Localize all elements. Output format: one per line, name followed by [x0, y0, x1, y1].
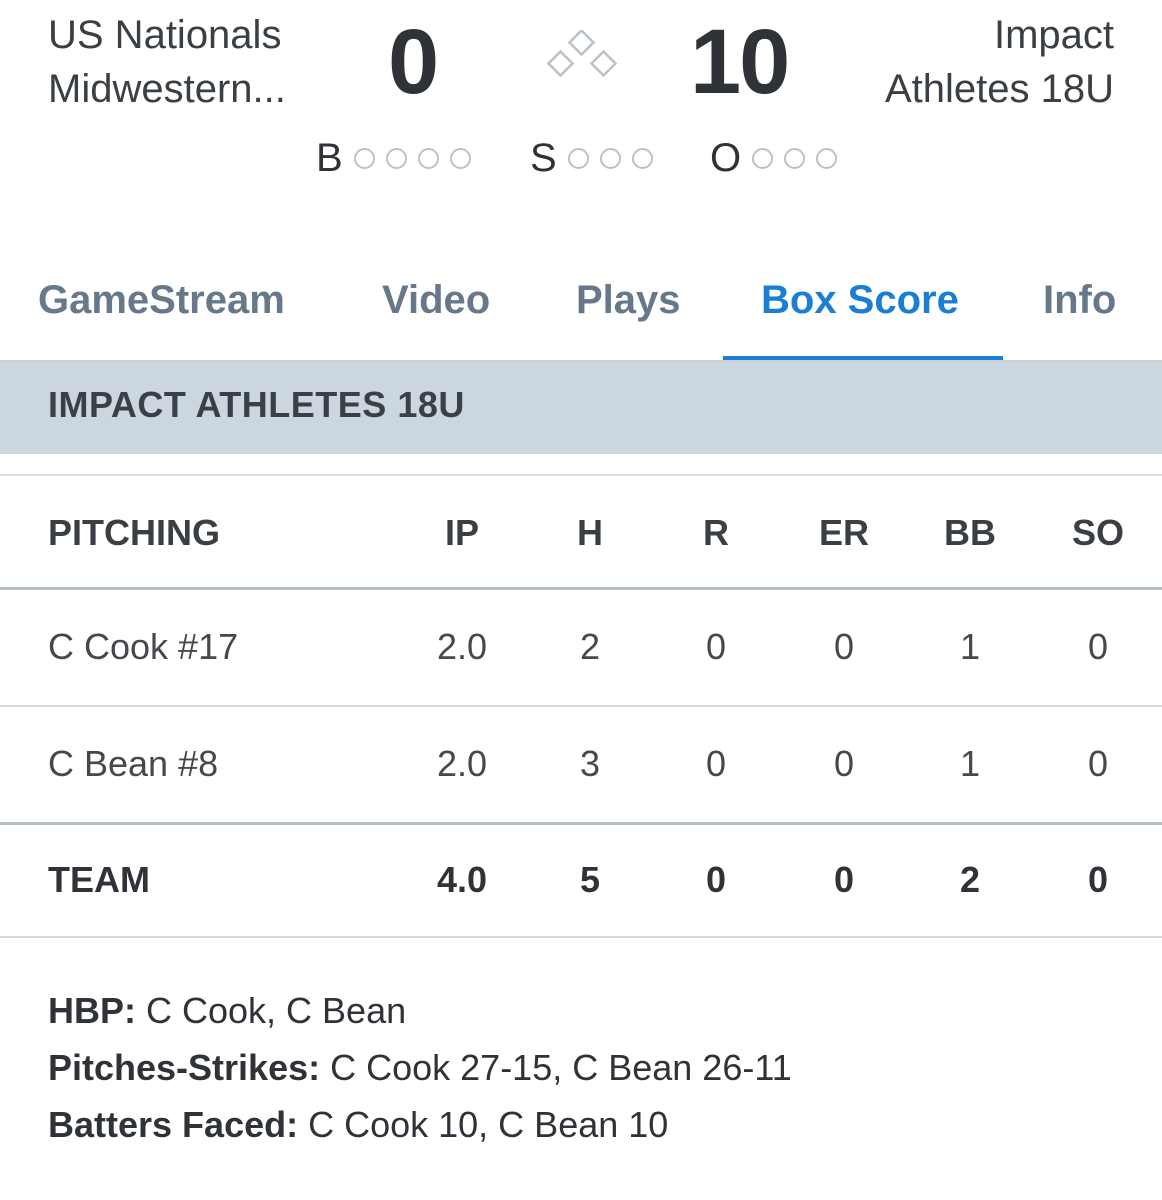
cell-so: 0 [1087, 743, 1109, 784]
col-h: H [577, 512, 603, 553]
cell-ip: 2.0 [436, 626, 488, 667]
col-ip: IP [444, 512, 479, 553]
strike-indicator-1 [567, 147, 589, 169]
table-row[interactable]: C Bean #8 2.0 3 0 0 1 0 [0, 707, 1162, 821]
cell-bb: 1 [959, 626, 981, 667]
cell-r: 0 [705, 743, 727, 784]
home-team-name-line1: Impact [993, 13, 1114, 57]
pitching-table-header: PITCHING IP H R ER BB SO [0, 476, 1162, 590]
balls-label: B [316, 136, 343, 180]
note-pitches-strikes: Pitches-Strikes: C Cook 27-15, C Bean 26… [48, 1039, 1128, 1096]
cell-h: 3 [579, 743, 601, 784]
ball-indicator-2 [385, 147, 407, 169]
home-team-name-line2: Athletes 18U [884, 67, 1114, 111]
note-hbp: HBP: C Cook, C Bean [48, 982, 1128, 1039]
cell-ip: 4.0 [436, 859, 488, 900]
pitching-notes: HBP: C Cook, C Bean Pitches-Strikes: C C… [48, 982, 1128, 1153]
col-r: R [703, 512, 729, 553]
tab-box-score[interactable]: Box Score [761, 274, 959, 326]
cell-ip: 2.0 [436, 743, 488, 784]
cell-h: 5 [579, 859, 601, 900]
cell-so: 0 [1087, 859, 1109, 900]
table-bottom-divider [0, 936, 1162, 938]
note-value: C Cook 27-15, C Bean 26-11 [320, 1047, 792, 1088]
out-indicator-2 [784, 147, 806, 169]
cell-h: 2 [579, 626, 601, 667]
away-score: 0 [388, 11, 439, 113]
out-indicator-1 [752, 147, 774, 169]
col-er: ER [818, 512, 869, 553]
out-indicator-3 [816, 147, 838, 169]
table-row[interactable]: C Cook #17 2.0 2 0 0 1 0 [0, 590, 1162, 704]
cell-bb: 2 [959, 859, 981, 900]
outs-label: O [710, 136, 742, 180]
team-section-header: IMPACT ATHLETES 18U [0, 362, 1162, 454]
away-team-name-line1: US Nationals [48, 13, 282, 57]
team-totals-row: TEAM 4.0 5 0 0 2 0 [0, 823, 1162, 937]
strikes-label: S [530, 136, 557, 180]
col-pitching: PITCHING [48, 512, 221, 553]
note-label: Pitches-Strikes: [48, 1047, 321, 1088]
tab-gamestream[interactable]: GameStream [38, 274, 285, 326]
note-batters-faced: Batters Faced: C Cook 10, C Bean 10 [48, 1096, 1128, 1153]
cell-er: 0 [833, 626, 855, 667]
pitcher-name[interactable]: C Bean #8 [48, 707, 388, 821]
col-bb: BB [944, 512, 996, 553]
strikes-count: S [530, 132, 653, 184]
strike-indicator-3 [631, 147, 653, 169]
home-score: 10 [690, 11, 790, 113]
pitcher-name[interactable]: C Cook #17 [48, 590, 388, 704]
col-so: SO [1071, 512, 1124, 553]
outs-count: O [710, 132, 838, 184]
team-label: TEAM [48, 859, 150, 900]
cell-r: 0 [705, 859, 727, 900]
cell-bb: 1 [959, 743, 981, 784]
cell-er: 0 [833, 743, 855, 784]
tab-video[interactable]: Video [382, 274, 490, 326]
note-label: HBP: [48, 990, 136, 1031]
ball-indicator-1 [353, 147, 375, 169]
balls-count: B [316, 132, 471, 184]
home-team-name[interactable]: Impact Athletes 18U [794, 8, 1114, 116]
away-team-name[interactable]: US Nationals Midwestern... [48, 8, 358, 116]
cell-so: 0 [1087, 626, 1109, 667]
strike-indicator-2 [599, 147, 621, 169]
note-label: Batters Faced: [48, 1104, 299, 1145]
away-team-name-line2: Midwestern... [48, 67, 286, 111]
cell-r: 0 [705, 626, 727, 667]
tab-bar: GameStream Video Plays Box Score Info [0, 262, 1162, 362]
note-value: C Cook, C Bean [136, 990, 407, 1031]
ball-indicator-4 [449, 147, 471, 169]
note-value: C Cook 10, C Bean 10 [298, 1104, 669, 1145]
team-section-title: IMPACT ATHLETES 18U [48, 384, 465, 425]
tab-info[interactable]: Info [1043, 274, 1116, 326]
tab-plays[interactable]: Plays [576, 274, 681, 326]
cell-er: 0 [833, 859, 855, 900]
ball-indicator-3 [417, 147, 439, 169]
bases-diamond-icon [546, 30, 618, 78]
